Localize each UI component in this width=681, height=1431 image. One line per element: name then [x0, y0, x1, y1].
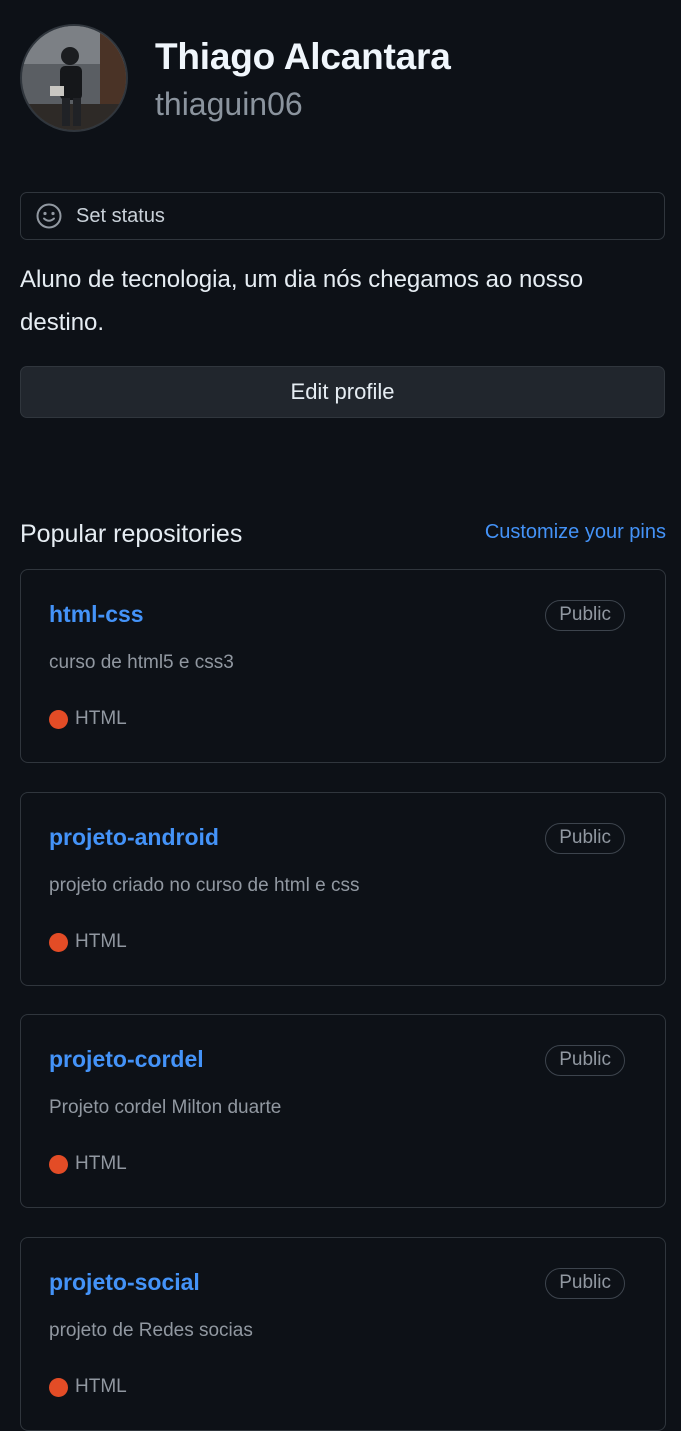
visibility-badge: Public [545, 823, 625, 854]
repo-language: HTML [49, 1153, 127, 1175]
repo-description: Projeto cordel Milton duarte [49, 1097, 282, 1118]
repo-card[interactable]: projeto-social Public projeto de Redes s… [20, 1237, 666, 1431]
repo-description: projeto criado no curso de html e css [49, 875, 360, 896]
repo-card[interactable]: projeto-android Public projeto criado no… [20, 792, 666, 986]
set-status-label: Set status [76, 204, 165, 227]
popular-repositories-heading: Popular repositories [20, 520, 243, 548]
avatar-photo [22, 26, 126, 130]
profile-bio: Aluno de tecnologia, um dia nós chegamos… [20, 266, 584, 336]
language-name: HTML [75, 708, 127, 729]
visibility-badge: Public [545, 1268, 625, 1299]
set-status-button[interactable]: Set status [20, 192, 665, 240]
language-color-dot [49, 709, 68, 729]
repo-description: projeto de Redes socias [49, 1320, 253, 1341]
repo-name-link[interactable]: projeto-android [49, 824, 219, 851]
avatar[interactable] [20, 24, 128, 132]
language-name: HTML [75, 1153, 127, 1174]
language-color-dot [49, 932, 68, 952]
language-name: HTML [75, 1376, 127, 1397]
repo-language: HTML [49, 931, 127, 953]
repo-language: HTML [49, 1376, 127, 1398]
repo-card[interactable]: html-css Public curso de html5 e css3 HT… [20, 569, 666, 763]
language-color-dot [49, 1377, 68, 1397]
repo-name-link[interactable]: html-css [49, 601, 144, 628]
profile-page: Thiago Alcantara thiaguin06 Set status A… [0, 0, 681, 1431]
visibility-badge: Public [545, 600, 625, 631]
language-name: HTML [75, 931, 127, 952]
smiley-icon [35, 202, 63, 230]
customize-pins-link[interactable]: Customize your pins [485, 521, 666, 544]
repo-name-link[interactable]: projeto-social [49, 1269, 200, 1296]
repo-language: HTML [49, 708, 127, 730]
repo-description: curso de html5 e css3 [49, 652, 234, 673]
profile-name: Thiago Alcantara [155, 36, 451, 77]
language-color-dot [49, 1154, 68, 1174]
edit-profile-button[interactable]: Edit profile [20, 366, 665, 418]
repo-name-link[interactable]: projeto-cordel [49, 1046, 204, 1073]
repo-card[interactable]: projeto-cordel Public Projeto cordel Mil… [20, 1014, 666, 1208]
visibility-badge: Public [545, 1045, 625, 1076]
profile-username: thiaguin06 [155, 86, 303, 122]
